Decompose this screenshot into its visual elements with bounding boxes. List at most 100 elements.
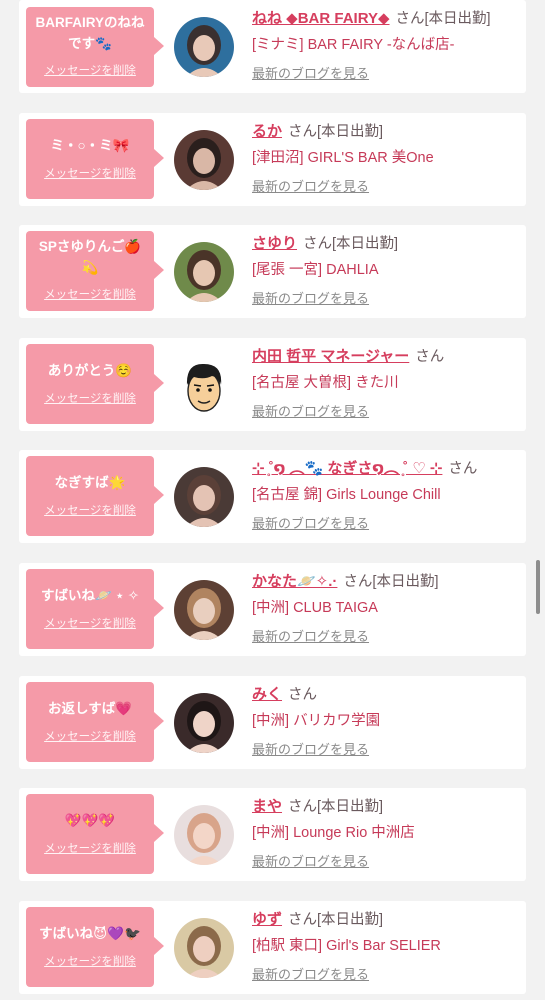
- message-text-line: すばいね🪐 ⋆ ✧: [40, 588, 140, 603]
- sender-name-link[interactable]: 内田 哲平 マネージャー: [252, 348, 409, 365]
- sender-info: ⊹ ̥˚໑ ︵🐾 なぎさ໑︵ ̥˚ ♡ ⊹ さん [名古屋 錦] Girls Lou…: [252, 458, 520, 533]
- message-bubble: お返しすば💗 メッセージを削除: [26, 682, 164, 762]
- latest-blog-link[interactable]: 最新のブログを見る: [252, 964, 369, 983]
- sender-info: みく さん [中洲] バリカワ学園 最新のブログを見る: [252, 684, 520, 759]
- sender-name-line: まや さん[本日出勤]: [252, 796, 520, 818]
- delete-message-link[interactable]: メッセージを削除: [26, 840, 154, 856]
- honorific-status: さん[本日出勤]: [343, 574, 439, 590]
- message-text-line: すばいね😈💜🐦‍⬛: [39, 926, 141, 941]
- message-text-line: お返しすば💗: [47, 701, 133, 716]
- latest-blog-link[interactable]: 最新のブログを見る: [252, 63, 369, 82]
- girl-photo-avatar[interactable]: [174, 693, 234, 753]
- shop-name: [中洲] Lounge Rio 中洲店: [252, 825, 415, 841]
- message-bubble: すばいね😈💜🐦‍⬛ メッセージを削除: [26, 907, 164, 987]
- delete-message-link[interactable]: メッセージを削除: [26, 286, 154, 302]
- girl-photo-avatar[interactable]: [174, 918, 234, 978]
- honorific-status: さん[本日出勤]: [303, 236, 399, 252]
- sender-info: 内田 哲平 マネージャー さん [名古屋 大曽根] きた川 最新のブログを見る: [252, 346, 520, 421]
- message-card: SPさゆりんご🍎 💫 メッセージを削除 さゆり さん[本日出勤] [尾張 一宮] DAHL…: [19, 225, 526, 318]
- delete-message-link[interactable]: メッセージを削除: [26, 502, 154, 518]
- shop-name: [ミナミ] BAR FAIRY -なんば店-: [252, 37, 455, 53]
- delete-message-link[interactable]: メッセージを削除: [26, 728, 154, 744]
- message-bubble: ありがとう☺️ メッセージを削除: [26, 344, 164, 424]
- message-card: お返しすば💗 メッセージを削除 みく さん [中洲] バリカワ学園 最新のブログを見る: [19, 676, 526, 769]
- message-bubble: SPさゆりんご🍎 💫 メッセージを削除: [26, 231, 164, 311]
- message-text: すばいね😈💜🐦‍⬛: [30, 923, 150, 944]
- message-bubble: すばいね🪐 ⋆ ✧ メッセージを削除: [26, 569, 164, 649]
- manager-illustration-avatar[interactable]: [174, 355, 234, 415]
- message-text-line: BARFAIRYのねね: [35, 15, 145, 30]
- message-bubble: ミ・○・ミ🎀 メッセージを削除: [26, 119, 164, 199]
- sender-name-line: みく さん: [252, 684, 520, 706]
- message-text-line: 💫: [81, 260, 99, 275]
- girl-photo-avatar[interactable]: [174, 242, 234, 302]
- sender-name-link[interactable]: ねね ◆BAR FAIRY◆: [252, 10, 390, 27]
- message-bubble: なぎすば🌟 メッセージを削除: [26, 456, 164, 536]
- shop-name: [名古屋 大曽根] きた川: [252, 375, 399, 391]
- shop-name: [中洲] バリカワ学園: [252, 713, 381, 729]
- message-text-line: 💖💖💖: [64, 813, 116, 828]
- delete-message-link[interactable]: メッセージを削除: [26, 953, 154, 969]
- latest-blog-link[interactable]: 最新のブログを見る: [252, 851, 369, 870]
- sender-name-link[interactable]: まや: [252, 798, 282, 815]
- sender-name-link[interactable]: みく: [252, 686, 282, 703]
- honorific-status: さん[本日出勤]: [395, 11, 491, 27]
- honorific-status: さん[本日出勤]: [288, 799, 384, 815]
- sender-name-line: ⊹ ̥˚໑ ︵🐾 なぎさ໑︵ ̥˚ ♡ ⊹ さん: [252, 458, 520, 480]
- scrollbar[interactable]: [536, 560, 540, 614]
- sender-name-link[interactable]: かなた🪐✧.·: [252, 573, 337, 590]
- honorific-status: さん: [415, 349, 445, 365]
- shop-name: [中洲] CLUB TAIGA: [252, 600, 378, 616]
- message-text-line: ありがとう☺️: [47, 363, 133, 378]
- message-text: SPさゆりんご🍎 💫: [30, 236, 150, 278]
- sender-info: まや さん[本日出勤] [中洲] Lounge Rio 中洲店 最新のブログを見る: [252, 796, 520, 871]
- delete-message-link[interactable]: メッセージを削除: [26, 615, 154, 631]
- sender-name-line: 内田 哲平 マネージャー さん: [252, 346, 520, 368]
- delete-message-link[interactable]: メッセージを削除: [26, 165, 154, 181]
- message-bubble: 💖💖💖 メッセージを削除: [26, 794, 164, 874]
- sender-info: ねね ◆BAR FAIRY◆ さん[本日出勤] [ミナミ] BAR FAIRY -な…: [252, 8, 520, 83]
- message-card: なぎすば🌟 メッセージを削除 ⊹ ̥˚໑ ︵🐾 なぎさ໑︵ ̥˚ ♡ ⊹ さん [名古屋…: [19, 450, 526, 543]
- latest-blog-link[interactable]: 最新のブログを見る: [252, 176, 369, 195]
- message-card: ありがとう☺️ メッセージを削除 内田 哲平 マネージャー さん [名古屋 大曽根] き…: [19, 338, 526, 431]
- message-card: すばいね🪐 ⋆ ✧ メッセージを削除 かなた🪐✧.· さん[本日出勤] [中洲] CLU…: [19, 563, 526, 656]
- delete-message-link[interactable]: メッセージを削除: [26, 390, 154, 406]
- latest-blog-link[interactable]: 最新のブログを見る: [252, 288, 369, 307]
- message-card: BARFAIRYのねね です🐾 メッセージを削除 ねね ◆BAR FAIRY◆ さん[本…: [19, 0, 526, 93]
- sender-name-line: ねね ◆BAR FAIRY◆ さん[本日出勤]: [252, 8, 520, 30]
- girl-photo-avatar[interactable]: [174, 580, 234, 640]
- honorific-status: さん[本日出勤]: [288, 912, 384, 928]
- shop-name: [津田沼] GIRL'S BAR 美One: [252, 150, 434, 166]
- latest-blog-link[interactable]: 最新のブログを見る: [252, 513, 369, 532]
- sender-info: ゆず さん[本日出勤] [柏駅 東口] Girl's Bar SELIER 最新のブロ…: [252, 909, 520, 984]
- girl-photo-avatar[interactable]: [174, 130, 234, 190]
- delete-message-link[interactable]: メッセージを削除: [26, 62, 154, 78]
- message-text: BARFAIRYのねね です🐾: [30, 12, 150, 54]
- sender-name-line: さゆり さん[本日出勤]: [252, 233, 520, 255]
- honorific-status: さん: [448, 461, 478, 477]
- girl-photo-avatar[interactable]: [174, 805, 234, 865]
- message-card: ミ・○・ミ🎀 メッセージを削除 るか さん[本日出勤] [津田沼] GIRL'S BAR…: [19, 113, 526, 206]
- girl-photo-avatar[interactable]: [174, 17, 234, 77]
- sender-name-link[interactable]: ゆず: [252, 911, 282, 928]
- sender-info: かなた🪐✧.· さん[本日出勤] [中洲] CLUB TAIGA 最新のブログを見る: [252, 571, 520, 646]
- message-text: ミ・○・ミ🎀: [30, 135, 150, 156]
- message-bubble: BARFAIRYのねね です🐾 メッセージを削除: [26, 7, 164, 87]
- latest-blog-link[interactable]: 最新のブログを見る: [252, 739, 369, 758]
- shop-name: [尾張 一宮] DAHLIA: [252, 262, 379, 278]
- sender-name-link[interactable]: さゆり: [252, 235, 297, 252]
- latest-blog-link[interactable]: 最新のブログを見る: [252, 401, 369, 420]
- message-card: 💖💖💖 メッセージを削除 まや さん[本日出勤] [中洲] Lounge Rio 中洲店…: [19, 788, 526, 881]
- message-text: 💖💖💖: [30, 810, 150, 831]
- message-text-line: SPさゆりんご🍎: [38, 239, 142, 254]
- shop-name: [名古屋 錦] Girls Lounge Chill: [252, 487, 441, 503]
- sender-name-link[interactable]: るか: [252, 123, 282, 140]
- sender-name-line: るか さん[本日出勤]: [252, 121, 520, 143]
- latest-blog-link[interactable]: 最新のブログを見る: [252, 626, 369, 645]
- sender-name-link[interactable]: ⊹ ̥˚໑ ︵🐾 なぎさ໑︵ ̥˚ ♡ ⊹: [252, 460, 442, 477]
- honorific-status: さん[本日出勤]: [288, 124, 384, 140]
- shop-name: [柏駅 東口] Girl's Bar SELIER: [252, 938, 441, 954]
- message-text: すばいね🪐 ⋆ ✧: [30, 585, 150, 606]
- girl-photo-avatar[interactable]: [174, 467, 234, 527]
- message-text-line: なぎすば🌟: [54, 475, 126, 490]
